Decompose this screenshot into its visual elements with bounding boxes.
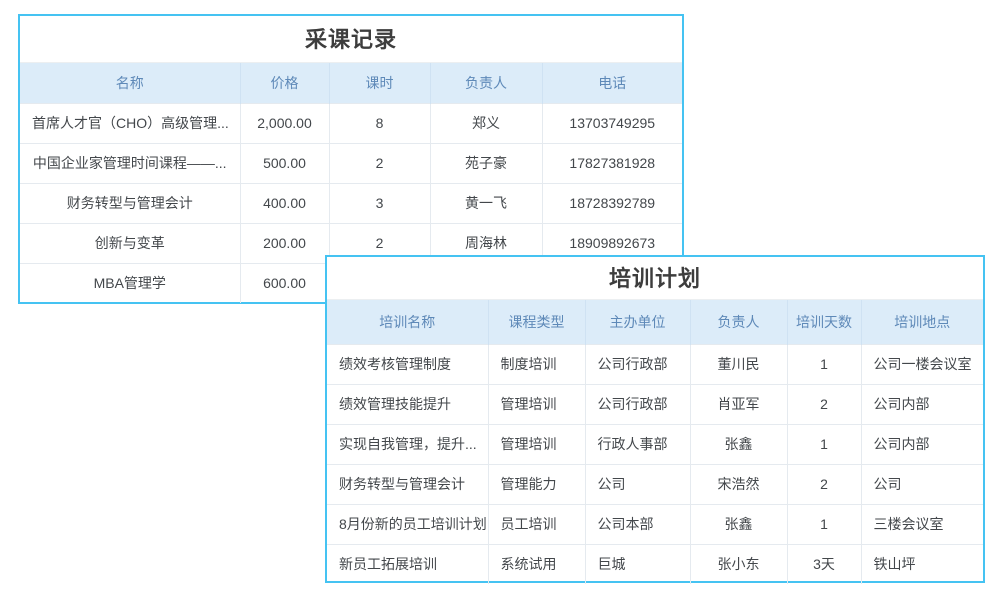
training-plan-table: 培训名称课程类型主办单位负责人培训天数培训地点绩效考核管理制度制度培训公司行政部…	[327, 300, 983, 584]
table-cell: 管理培训	[488, 384, 585, 424]
table-cell: 三楼会议室	[861, 504, 983, 544]
table-cell: 2	[787, 464, 861, 504]
table-cell: 公司行政部	[585, 344, 690, 384]
column-header: 培训地点	[861, 300, 983, 344]
column-header: 价格	[240, 63, 329, 103]
column-header: 课程类型	[488, 300, 585, 344]
table-row: 实现自我管理，提升...管理培训行政人事部张鑫1公司内部	[327, 424, 983, 464]
header-row: 培训名称课程类型主办单位负责人培训天数培训地点	[327, 300, 983, 344]
column-header: 主办单位	[585, 300, 690, 344]
table-cell: 系统试用	[488, 544, 585, 584]
link-cell[interactable]: 张小东	[690, 544, 787, 584]
link-cell[interactable]: 张鑫	[690, 424, 787, 464]
table-cell: 行政人事部	[585, 424, 690, 464]
table-cell: 郑义	[430, 103, 542, 143]
purchase-records-title: 采课记录	[20, 16, 682, 63]
table-cell: 首席人才官（CHO）高级管理...	[20, 103, 240, 143]
link-cell[interactable]: 宋浩然	[690, 464, 787, 504]
column-header: 培训天数	[787, 300, 861, 344]
table-cell: 3天	[787, 544, 861, 584]
table-cell: 13703749295	[542, 103, 682, 143]
table-cell: 公司内部	[861, 424, 983, 464]
table-cell: 1	[787, 504, 861, 544]
table-row: 绩效管理技能提升管理培训公司行政部肖亚军2公司内部	[327, 384, 983, 424]
table-cell: 500.00	[240, 143, 329, 183]
link-cell[interactable]: 实现自我管理，提升...	[327, 424, 488, 464]
table-cell: 1	[787, 344, 861, 384]
training-plan-card: 培训计划 培训名称课程类型主办单位负责人培训天数培训地点绩效考核管理制度制度培训…	[325, 255, 985, 583]
table-cell: 17827381928	[542, 143, 682, 183]
table-cell: 公司内部	[861, 384, 983, 424]
table-cell: 公司	[861, 464, 983, 504]
table-cell: 3	[329, 183, 430, 223]
link-cell[interactable]: 绩效管理技能提升	[327, 384, 488, 424]
page-background: 采课记录 名称价格课时负责人电话首席人才官（CHO）高级管理...2,000.0…	[0, 0, 1000, 600]
table-cell: 黄一飞	[430, 183, 542, 223]
table-cell: 200.00	[240, 223, 329, 263]
column-header: 电话	[542, 63, 682, 103]
table-row: 绩效考核管理制度制度培训公司行政部董川民1公司一楼会议室	[327, 344, 983, 384]
table-row: 首席人才官（CHO）高级管理...2,000.008郑义13703749295	[20, 103, 682, 143]
table-cell: 管理能力	[488, 464, 585, 504]
table-cell: 巨城	[585, 544, 690, 584]
table-cell: 600.00	[240, 263, 329, 303]
table-cell: 2	[787, 384, 861, 424]
link-cell[interactable]: 董川民	[690, 344, 787, 384]
column-header: 课时	[329, 63, 430, 103]
link-cell[interactable]: 财务转型与管理会计	[327, 464, 488, 504]
table-cell: 400.00	[240, 183, 329, 223]
table-row: 新员工拓展培训系统试用巨城张小东3天铁山坪	[327, 544, 983, 584]
table-row: 财务转型与管理会计管理能力公司宋浩然2公司	[327, 464, 983, 504]
link-cell[interactable]: 绩效考核管理制度	[327, 344, 488, 384]
table-cell: 管理培训	[488, 424, 585, 464]
table-cell: 财务转型与管理会计	[20, 183, 240, 223]
table-row: 中国企业家管理时间课程——...500.002苑子豪17827381928	[20, 143, 682, 183]
table-cell: MBA管理学	[20, 263, 240, 303]
table-cell: 2	[329, 143, 430, 183]
table-cell: 铁山坪	[861, 544, 983, 584]
table-cell: 公司行政部	[585, 384, 690, 424]
link-cell[interactable]: 新员工拓展培训	[327, 544, 488, 584]
table-cell: 中国企业家管理时间课程——...	[20, 143, 240, 183]
table-cell: 公司	[585, 464, 690, 504]
column-header: 负责人	[690, 300, 787, 344]
table-cell: 2,000.00	[240, 103, 329, 143]
table-cell: 8	[329, 103, 430, 143]
table-cell: 18728392789	[542, 183, 682, 223]
training-plan-title: 培训计划	[327, 257, 983, 300]
column-header: 名称	[20, 63, 240, 103]
table-row: 8月份新的员工培训计划员工培训公司本部张鑫1三楼会议室	[327, 504, 983, 544]
link-cell[interactable]: 8月份新的员工培训计划	[327, 504, 488, 544]
link-cell[interactable]: 张鑫	[690, 504, 787, 544]
table-cell: 创新与变革	[20, 223, 240, 263]
table-row: 财务转型与管理会计400.003黄一飞18728392789	[20, 183, 682, 223]
column-header: 培训名称	[327, 300, 488, 344]
link-cell[interactable]: 肖亚军	[690, 384, 787, 424]
header-row: 名称价格课时负责人电话	[20, 63, 682, 103]
table-cell: 公司本部	[585, 504, 690, 544]
table-cell: 员工培训	[488, 504, 585, 544]
table-cell: 制度培训	[488, 344, 585, 384]
column-header: 负责人	[430, 63, 542, 103]
table-cell: 公司一楼会议室	[861, 344, 983, 384]
table-cell: 苑子豪	[430, 143, 542, 183]
table-cell: 1	[787, 424, 861, 464]
